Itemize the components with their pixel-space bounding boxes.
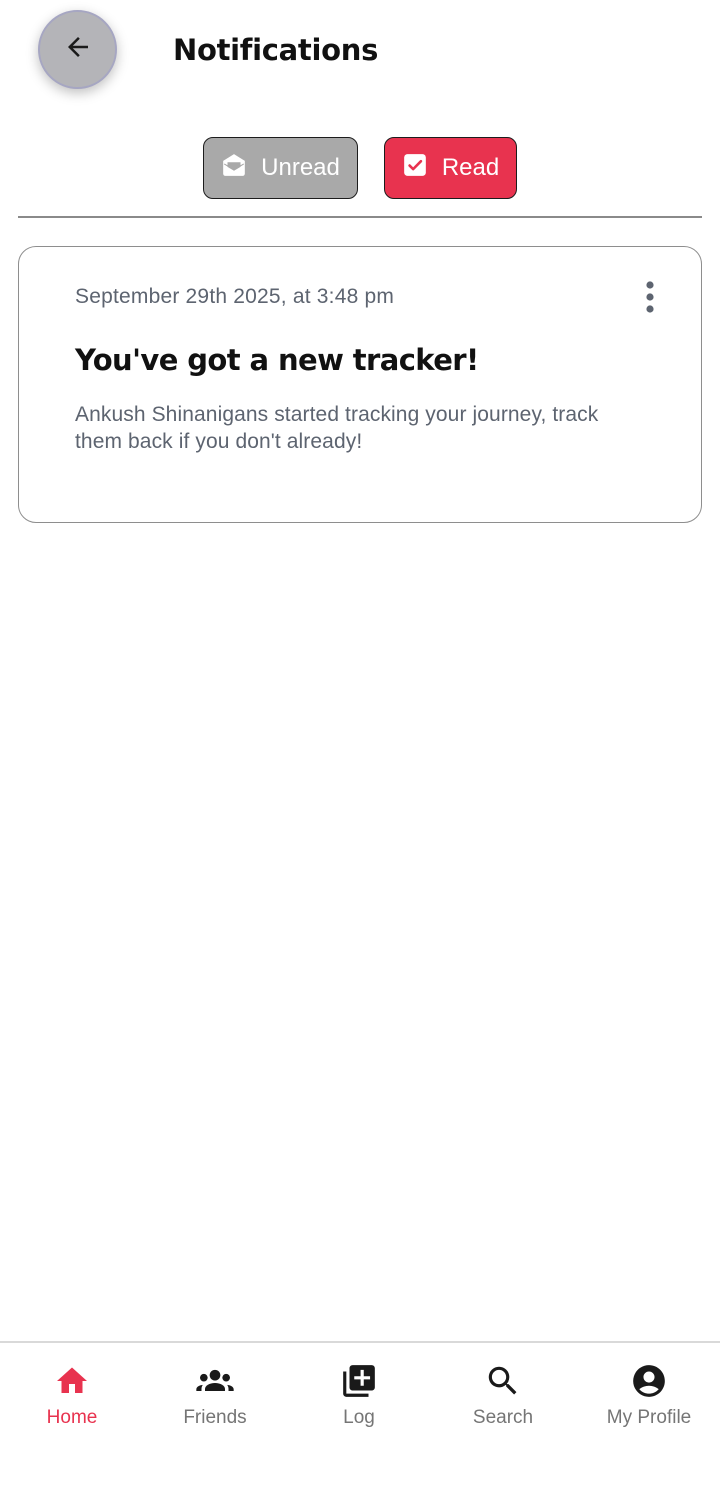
search-icon — [483, 1361, 523, 1401]
notification-title: You've got a new tracker! — [75, 343, 479, 377]
read-filter-button[interactable]: Read — [384, 137, 517, 199]
back-button[interactable] — [38, 10, 117, 89]
arrow-left-icon — [63, 32, 93, 67]
bottom-nav: Home Friends Log Search My Profile — [0, 1341, 720, 1501]
nav-label-my-profile: My Profile — [606, 1407, 692, 1428]
more-vertical-icon — [644, 280, 656, 319]
unread-filter-button[interactable]: Unread — [203, 137, 358, 199]
page-title: Notifications — [173, 33, 379, 67]
add-library-icon — [339, 1361, 379, 1401]
nav-item-home[interactable]: Home — [7, 1361, 137, 1451]
read-filter-label: Read — [441, 154, 500, 181]
nav-item-my-profile[interactable]: My Profile — [584, 1361, 714, 1451]
notification-date: September 29th 2025, at 3:48 pm — [75, 285, 395, 308]
nav-label-log: Log — [343, 1407, 375, 1428]
notification-body: Ankush Shinanigans started tracking your… — [75, 403, 599, 453]
home-icon — [52, 1361, 92, 1401]
group-icon — [195, 1361, 235, 1401]
notification-card[interactable]: September 29th 2025, at 3:48 pm You've g… — [18, 246, 702, 523]
envelope-open-icon — [221, 152, 247, 185]
nav-item-search[interactable]: Search — [438, 1361, 568, 1451]
nav-label-search: Search — [472, 1407, 534, 1428]
more-options-button[interactable] — [634, 280, 666, 319]
check-square-icon — [402, 152, 428, 185]
nav-label-home: Home — [46, 1407, 98, 1428]
unread-filter-label: Unread — [261, 154, 340, 181]
nav-label-friends: Friends — [183, 1407, 247, 1428]
nav-item-log[interactable]: Log — [294, 1361, 424, 1451]
account-circle-icon — [629, 1361, 669, 1401]
divider — [18, 216, 702, 218]
nav-item-friends[interactable]: Friends — [150, 1361, 280, 1451]
